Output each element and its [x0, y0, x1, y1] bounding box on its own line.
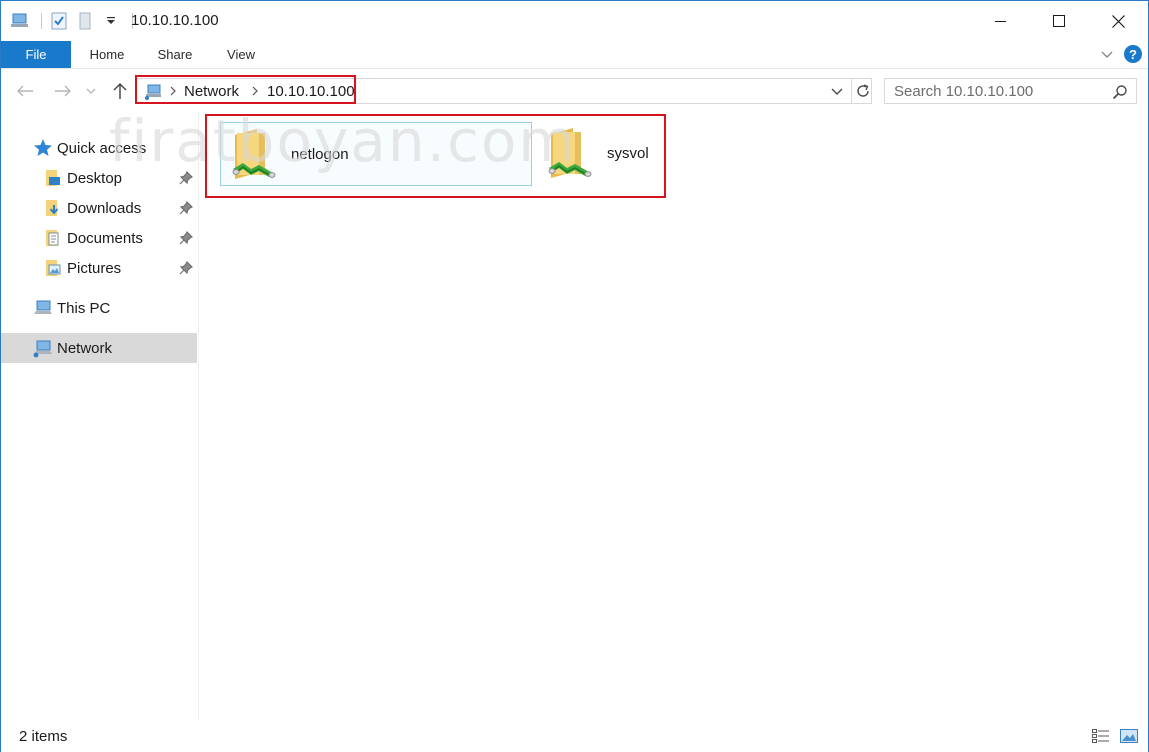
- up-button[interactable]: [108, 79, 132, 103]
- new-folder-icon[interactable]: [74, 10, 96, 32]
- pictures-folder-icon: [46, 260, 61, 276]
- tab-view[interactable]: View: [213, 41, 269, 68]
- breadcrumb-network[interactable]: Network: [184, 83, 239, 100]
- status-bar: 2 items: [1, 721, 1148, 752]
- tab-file[interactable]: File: [1, 41, 71, 68]
- forward-button[interactable]: [51, 79, 75, 103]
- item-count: 2 items: [19, 728, 68, 745]
- details-view-button[interactable]: [1091, 727, 1111, 745]
- maximize-button[interactable]: [1030, 1, 1088, 41]
- toolbar-divider: [41, 13, 42, 29]
- computer-icon: [34, 300, 52, 314]
- sidebar-item-downloads[interactable]: Downloads: [1, 193, 197, 223]
- network-icon: [33, 340, 52, 358]
- title-bar: 10.10.10.100: [1, 1, 1148, 41]
- search-icon[interactable]: [1112, 84, 1128, 100]
- sidebar-item-this-pc[interactable]: This PC: [1, 293, 197, 323]
- forward-arrow-icon: [55, 85, 71, 97]
- tab-share[interactable]: Share: [145, 41, 205, 68]
- search-input[interactable]: Search 10.10.10.100: [894, 83, 1033, 100]
- refresh-icon: [856, 84, 869, 97]
- up-arrow-icon: [113, 82, 127, 99]
- sidebar-item-network[interactable]: Network: [1, 333, 197, 363]
- close-button[interactable]: [1089, 1, 1147, 41]
- ribbon-tabs: File Home Share View ?: [1, 41, 1148, 69]
- documents-folder-icon: [46, 230, 59, 246]
- desktop-folder-icon: [46, 170, 60, 186]
- navigation-bar: Network 10.10.10.100 Search 10.10.10.100: [1, 69, 1148, 111]
- sidebar-item-pictures[interactable]: Pictures: [1, 253, 197, 283]
- explorer-window: 10.10.10.100 File Home Share View ? Netw…: [0, 0, 1149, 752]
- window-title: 10.10.10.100: [131, 12, 219, 29]
- minimize-button[interactable]: [972, 1, 1030, 41]
- details-view-icon: [1092, 729, 1109, 743]
- sidebar-item-label: Downloads: [67, 199, 142, 217]
- large-icons-view-button[interactable]: [1119, 727, 1139, 745]
- file-list: netlogon sysvol: [200, 111, 1148, 721]
- navigation-pane: Quick access Desktop Downloads Documents…: [1, 111, 199, 721]
- sidebar-item-label: Pictures: [67, 259, 122, 277]
- breadcrumb-chevron-icon[interactable]: [250, 85, 260, 97]
- network-icon: [145, 84, 161, 100]
- sidebar-item-label: This PC: [57, 299, 111, 317]
- breadcrumb-current[interactable]: 10.10.10.100: [267, 83, 355, 100]
- pin-icon[interactable]: [179, 261, 193, 275]
- address-history-chevron-icon[interactable]: [829, 83, 845, 99]
- sidebar-item-label: Network: [57, 339, 113, 357]
- network-computer-icon: [9, 10, 31, 32]
- address-bar[interactable]: Network 10.10.10.100: [135, 78, 872, 104]
- quick-access-toolbar: [9, 10, 139, 32]
- recent-locations-button[interactable]: [83, 79, 99, 103]
- back-arrow-icon: [17, 85, 33, 97]
- back-button[interactable]: [13, 79, 37, 103]
- search-box[interactable]: Search 10.10.10.100: [884, 78, 1137, 104]
- properties-icon[interactable]: [48, 10, 70, 32]
- folder-name: sysvol: [607, 145, 649, 162]
- large-icons-view-icon: [1120, 729, 1138, 743]
- star-icon: [34, 139, 52, 156]
- close-icon: [1111, 14, 1125, 28]
- breadcrumb-chevron-icon[interactable]: [168, 85, 178, 97]
- tab-home[interactable]: Home: [74, 41, 140, 68]
- customize-toolbar-chevron-icon[interactable]: [100, 10, 122, 32]
- sidebar-item-label: Documents: [67, 229, 143, 247]
- minimize-icon: [995, 21, 1006, 22]
- sidebar-item-documents[interactable]: Documents: [1, 223, 197, 253]
- downloads-folder-icon: [46, 200, 59, 216]
- help-button[interactable]: ?: [1124, 45, 1142, 63]
- chevron-down-icon: [86, 88, 96, 94]
- pin-icon[interactable]: [179, 201, 193, 215]
- maximize-icon: [1053, 15, 1065, 27]
- expand-ribbon-chevron-icon[interactable]: [1100, 47, 1114, 61]
- refresh-button[interactable]: [851, 79, 873, 103]
- watermark-text: firatboyan.com: [109, 107, 577, 175]
- pin-icon[interactable]: [179, 231, 193, 245]
